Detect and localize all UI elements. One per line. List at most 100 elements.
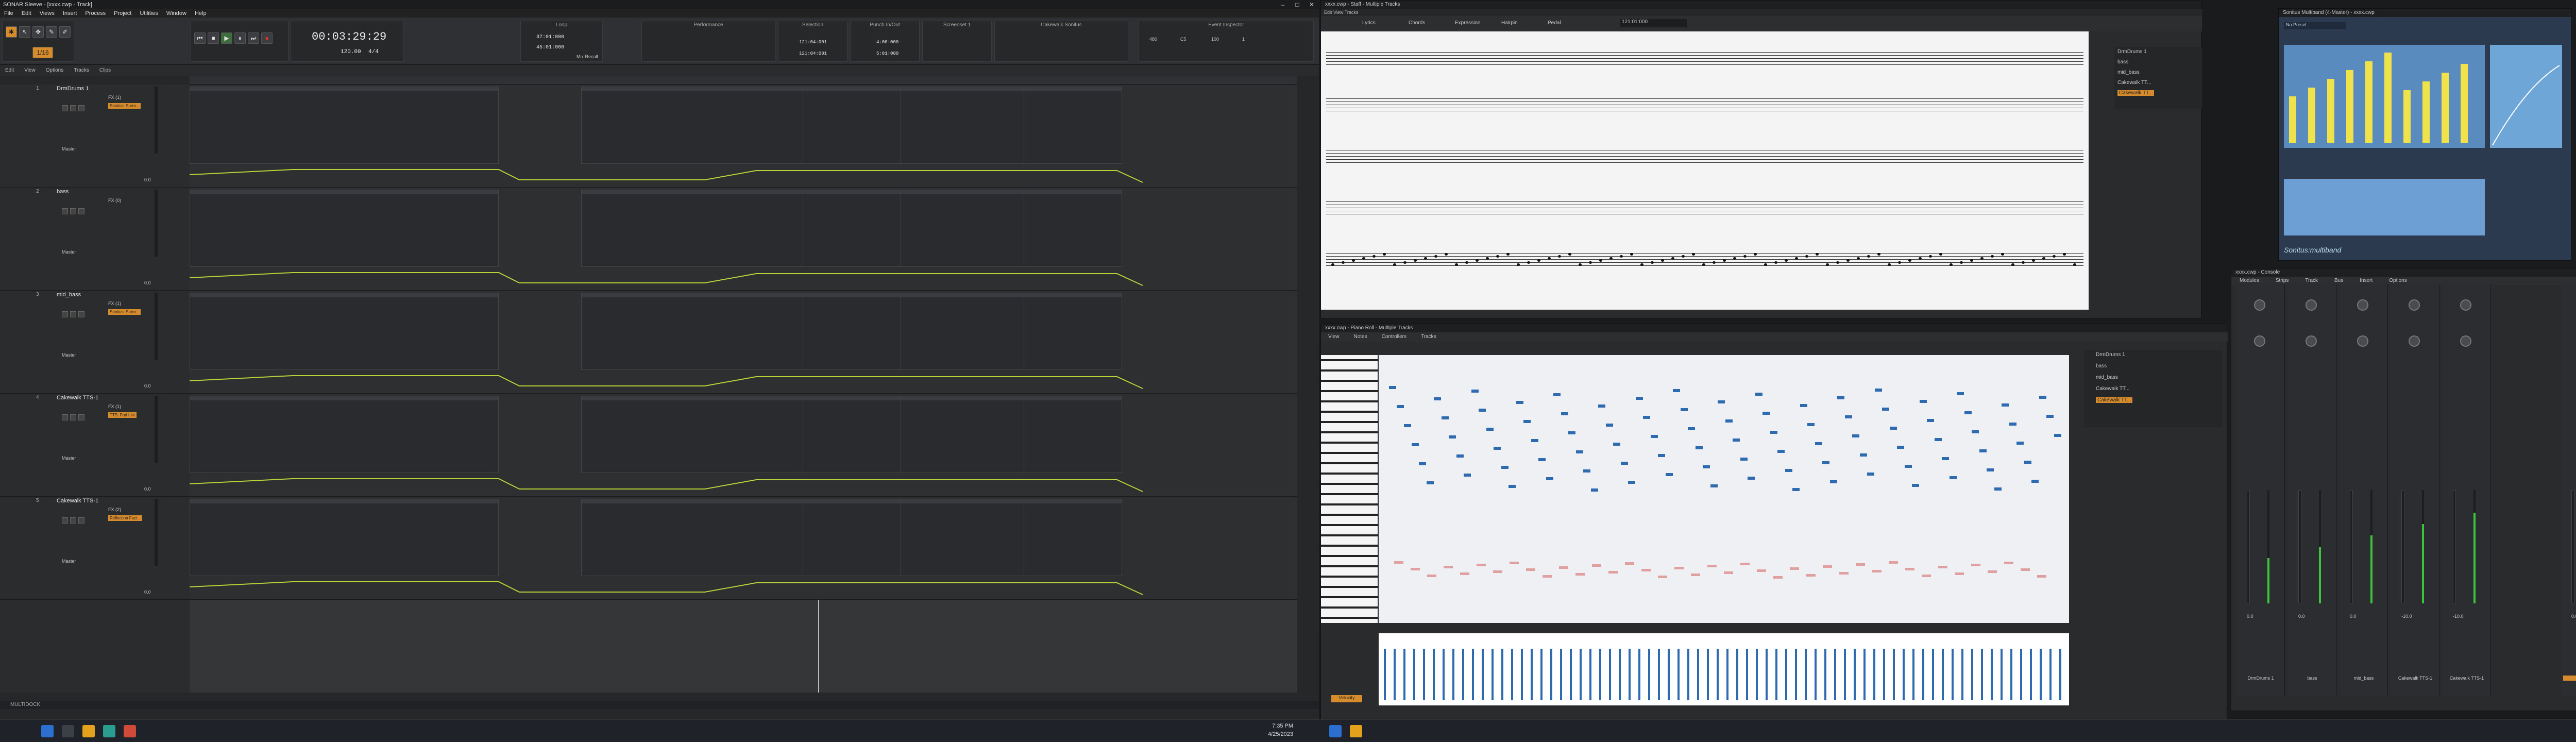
velocity-bar[interactable] xyxy=(1472,649,1474,700)
pr-menu-view[interactable]: View xyxy=(1321,332,1347,342)
midi-note[interactable] xyxy=(1598,404,1605,408)
midi-note[interactable] xyxy=(1559,566,1568,569)
midi-note[interactable] xyxy=(1526,568,1535,571)
fx-plugin[interactable]: TTS: Pad Lite xyxy=(108,412,137,418)
stop-icon[interactable]: ■ xyxy=(208,32,219,44)
velocity-bar[interactable] xyxy=(1609,649,1611,700)
velocity-bar[interactable] xyxy=(1717,649,1719,700)
menu-views[interactable]: Views xyxy=(36,9,59,18)
strip-value[interactable]: 0.0 xyxy=(2247,614,2253,619)
track-lane[interactable] xyxy=(190,85,1297,188)
velocity-bar[interactable] xyxy=(1844,649,1846,700)
track-name[interactable]: bass xyxy=(57,189,69,195)
velocity-bar[interactable] xyxy=(1961,649,1963,700)
track-volume[interactable]: 0.0 xyxy=(144,486,151,492)
midi-note[interactable] xyxy=(2046,415,2054,418)
staff-tool-expression[interactable]: Expression xyxy=(1455,20,1480,26)
midi-note[interactable] xyxy=(1635,397,1643,400)
record-arm-button[interactable] xyxy=(78,517,84,524)
velocity-bar[interactable] xyxy=(1912,649,1914,700)
pr-track-item[interactable]: DrmDrums 1 xyxy=(2096,352,2125,358)
midi-note[interactable] xyxy=(1441,416,1449,419)
midi-note[interactable] xyxy=(1740,563,1750,565)
multidock-label[interactable]: MULTIDOCK xyxy=(10,702,40,707)
pr-track-item[interactable]: Cakewalk TT... xyxy=(2096,386,2129,392)
velocity-bar[interactable] xyxy=(2010,649,2012,700)
gain-knob[interactable] xyxy=(2409,299,2420,311)
midi-note[interactable] xyxy=(1762,412,1770,415)
fx-plugin[interactable]: Sonitus: Surro... xyxy=(108,103,141,109)
strip-value[interactable]: 0.0 xyxy=(2298,614,2305,619)
track-volume[interactable]: 0.0 xyxy=(144,383,151,389)
midi-note[interactable] xyxy=(1987,468,1994,471)
velocity-bar[interactable] xyxy=(1942,649,1944,700)
midi-clip[interactable] xyxy=(581,396,839,473)
midi-note[interactable] xyxy=(1807,423,1815,426)
midi-clip[interactable] xyxy=(901,396,1024,473)
start-icon[interactable] xyxy=(41,725,54,737)
midi-note[interactable] xyxy=(1434,397,1441,400)
gain-knob[interactable] xyxy=(2357,299,2368,311)
velocity-bar[interactable] xyxy=(1648,649,1650,700)
midi-note[interactable] xyxy=(1444,566,1453,568)
midi-note[interactable] xyxy=(1695,446,1703,449)
midi-note[interactable] xyxy=(1770,431,1777,434)
midi-note[interactable] xyxy=(1650,435,1658,438)
midi-note[interactable] xyxy=(2002,403,2009,407)
move-tool-button[interactable]: ✥ xyxy=(32,26,44,38)
midi-note[interactable] xyxy=(1955,572,1964,575)
midi-note[interactable] xyxy=(1919,400,1927,403)
track-name[interactable]: DrmDrums 1 xyxy=(57,86,89,92)
velocity-bar[interactable] xyxy=(1433,649,1435,700)
pr-track-item[interactable]: Cakewalk TT... xyxy=(2096,397,2133,403)
sonar-app-icon[interactable] xyxy=(124,725,136,737)
mute-button[interactable] xyxy=(62,208,68,214)
midi-note[interactable] xyxy=(1553,393,1561,396)
automation-envelope[interactable] xyxy=(190,577,1297,597)
velocity-bar[interactable] xyxy=(1756,649,1758,700)
loop-end[interactable]: 45:01:000 xyxy=(536,45,564,50)
midi-note[interactable] xyxy=(1994,487,2002,491)
midi-note[interactable] xyxy=(2009,423,2016,426)
midi-note[interactable] xyxy=(1710,484,1718,487)
velocity-bar[interactable] xyxy=(1619,649,1621,700)
midi-note[interactable] xyxy=(1938,566,1947,568)
track-lane[interactable] xyxy=(190,497,1297,600)
midi-clip[interactable] xyxy=(581,190,839,267)
midi-note[interactable] xyxy=(1988,570,1997,573)
velocity-bar[interactable] xyxy=(1922,649,1924,700)
fx-bin[interactable]: FX (2) xyxy=(108,507,121,512)
pan-knob[interactable] xyxy=(2409,335,2420,347)
staff-track-item[interactable]: bass xyxy=(2117,59,2128,65)
velocity-pane[interactable] xyxy=(1379,633,2069,705)
note-grid[interactable] xyxy=(1379,355,2069,623)
velocity-bar[interactable] xyxy=(2020,649,2022,700)
staff-track-item[interactable]: DrmDrums 1 xyxy=(2117,49,2147,55)
preset-select[interactable]: No Preset xyxy=(2284,22,2346,29)
staff-tool-chords[interactable]: Chords xyxy=(1409,20,1425,26)
staff-position[interactable]: 121:01:000 xyxy=(1620,19,1687,27)
midi-note[interactable] xyxy=(1509,485,1516,488)
menu-project[interactable]: Project xyxy=(110,9,135,18)
midi-note[interactable] xyxy=(1575,450,1583,453)
velocity-bar[interactable] xyxy=(1815,649,1817,700)
midi-note[interactable] xyxy=(1927,419,1934,422)
strip-value[interactable]: 0.0 xyxy=(2571,614,2576,619)
velocity-bar[interactable] xyxy=(1599,649,1601,700)
velocity-bar[interactable] xyxy=(1726,649,1728,700)
event-pitch[interactable]: C5 xyxy=(1180,37,1187,42)
solo-button[interactable] xyxy=(70,517,76,524)
strip-name[interactable]: Master xyxy=(2563,676,2576,681)
band-display[interactable] xyxy=(2284,179,2485,235)
midi-note[interactable] xyxy=(1590,488,1598,492)
automation-envelope[interactable] xyxy=(190,370,1297,391)
midi-clip[interactable] xyxy=(190,293,499,370)
midi-note[interactable] xyxy=(1493,570,1502,573)
velocity-bar[interactable] xyxy=(1668,649,1670,700)
staff-tool-lyrics[interactable]: Lyrics xyxy=(1362,20,1376,26)
staff-canvas[interactable] xyxy=(1321,31,2089,310)
midi-note[interactable] xyxy=(1777,450,1785,453)
midi-note[interactable] xyxy=(1718,400,1725,403)
pan-knob[interactable] xyxy=(2306,335,2317,347)
compression-curve[interactable] xyxy=(2490,45,2562,148)
